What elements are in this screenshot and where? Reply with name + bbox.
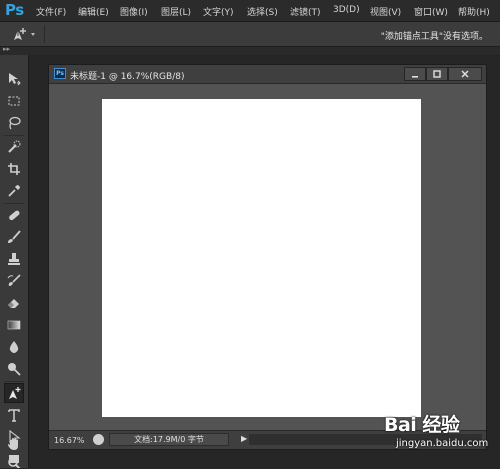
tool-divider xyxy=(4,135,24,136)
menu-3d[interactable]: 3D(D) xyxy=(333,5,360,15)
tool-divider xyxy=(4,381,24,382)
bandage-icon xyxy=(9,210,20,221)
history-brush-icon xyxy=(7,274,21,286)
dodge-icon xyxy=(8,363,21,376)
menu-file[interactable]: 文件(F) xyxy=(36,5,66,18)
crop-tool[interactable] xyxy=(4,159,24,179)
menu-filter[interactable]: 滤镜(T) xyxy=(290,5,321,18)
brush-tool[interactable] xyxy=(4,227,24,247)
blur-tool[interactable] xyxy=(4,337,24,357)
stamp-tool[interactable] xyxy=(4,249,24,269)
lasso-tool[interactable] xyxy=(4,113,24,133)
menu-type[interactable]: 文字(Y) xyxy=(203,5,234,18)
pen-add-icon xyxy=(14,28,35,40)
zoom-level[interactable]: 16.67% xyxy=(54,436,85,445)
quick-select-tool[interactable] xyxy=(4,137,24,157)
type-tool[interactable] xyxy=(4,405,24,425)
healing-tool[interactable] xyxy=(4,205,24,225)
type-icon xyxy=(8,409,20,422)
gradient-icon xyxy=(7,320,21,330)
marquee-icon xyxy=(8,96,20,106)
menu-layer[interactable]: 图层(L) xyxy=(161,5,191,18)
maximize-icon xyxy=(433,70,441,78)
document-info: 文档:17.9M/0 字节 xyxy=(109,433,229,446)
menu-edit[interactable]: 编辑(E) xyxy=(78,5,109,18)
watermark: Bai 经验 jingyan.baidu.com xyxy=(380,410,492,458)
move-tool[interactable] xyxy=(4,69,24,89)
quick-select-icon xyxy=(8,140,21,153)
zoom-tool[interactable] xyxy=(4,456,24,468)
document-title-bar[interactable]: Ps 未标题-1 @ 16.7%(RGB/8) xyxy=(49,65,486,84)
hand-icon xyxy=(8,438,18,450)
options-message: "添加锚点工具"没有选项。 xyxy=(380,32,488,42)
crop-icon xyxy=(8,163,20,175)
zoom-icon xyxy=(8,457,21,468)
watermark-url: jingyan.baidu.com xyxy=(396,438,489,449)
tools-panel xyxy=(0,55,29,468)
options-bar: "添加锚点工具"没有选项。 xyxy=(0,22,500,47)
menu-window[interactable]: 窗口(W) xyxy=(414,5,448,18)
eyedropper-tool[interactable] xyxy=(4,181,24,201)
pen-tool[interactable] xyxy=(4,383,24,403)
pen-add-icon xyxy=(9,387,21,399)
watermark-brand: Bai 经验 xyxy=(384,414,460,436)
menu-image[interactable]: 图像(I) xyxy=(120,5,148,18)
canvas-area[interactable] xyxy=(49,84,486,430)
panel-collapse-strip: ▸▸ xyxy=(0,45,500,55)
menu-select[interactable]: 选择(S) xyxy=(247,5,278,18)
eraser-tool[interactable] xyxy=(4,293,24,313)
options-separator xyxy=(44,25,45,43)
tool-preset-picker[interactable] xyxy=(8,25,38,43)
minimize-button[interactable] xyxy=(404,67,426,81)
dodge-tool[interactable] xyxy=(4,359,24,379)
menu-view[interactable]: 视图(V) xyxy=(370,5,401,18)
document-window: Ps 未标题-1 @ 16.7%(RGB/8) 16.67% 文档:17.9M/… xyxy=(48,64,487,450)
minimize-icon xyxy=(412,76,418,78)
ps-document-icon: Ps xyxy=(54,68,66,79)
status-info-icon[interactable] xyxy=(93,434,104,445)
brush-icon xyxy=(8,230,21,243)
app-logo: Ps xyxy=(5,1,24,19)
chevron-down-icon xyxy=(31,33,35,36)
gradient-tool[interactable] xyxy=(4,315,24,335)
marquee-tool[interactable] xyxy=(4,91,24,111)
hand-tool[interactable] xyxy=(4,434,24,454)
stamp-icon xyxy=(8,253,20,265)
menu-help[interactable]: 帮助(H) xyxy=(458,5,490,18)
eraser-icon xyxy=(8,299,19,308)
play-arrow-icon[interactable]: ▶ xyxy=(241,434,247,443)
close-button[interactable] xyxy=(448,67,482,81)
close-icon xyxy=(461,70,469,78)
menu-bar: Ps 文件(F) 编辑(E) 图像(I) 图层(L) 文字(Y) 选择(S) 滤… xyxy=(0,0,500,22)
lasso-icon xyxy=(9,116,21,130)
eyedropper-icon xyxy=(8,185,20,197)
maximize-button[interactable] xyxy=(426,67,448,81)
double-arrow-icon[interactable]: ▸▸ xyxy=(3,45,10,53)
tool-divider xyxy=(4,203,24,204)
move-icon xyxy=(9,73,21,86)
blur-drop-icon xyxy=(9,341,19,353)
history-brush-tool[interactable] xyxy=(4,271,24,291)
document-title: 未标题-1 @ 16.7%(RGB/8) xyxy=(70,72,185,82)
canvas[interactable] xyxy=(102,99,421,417)
